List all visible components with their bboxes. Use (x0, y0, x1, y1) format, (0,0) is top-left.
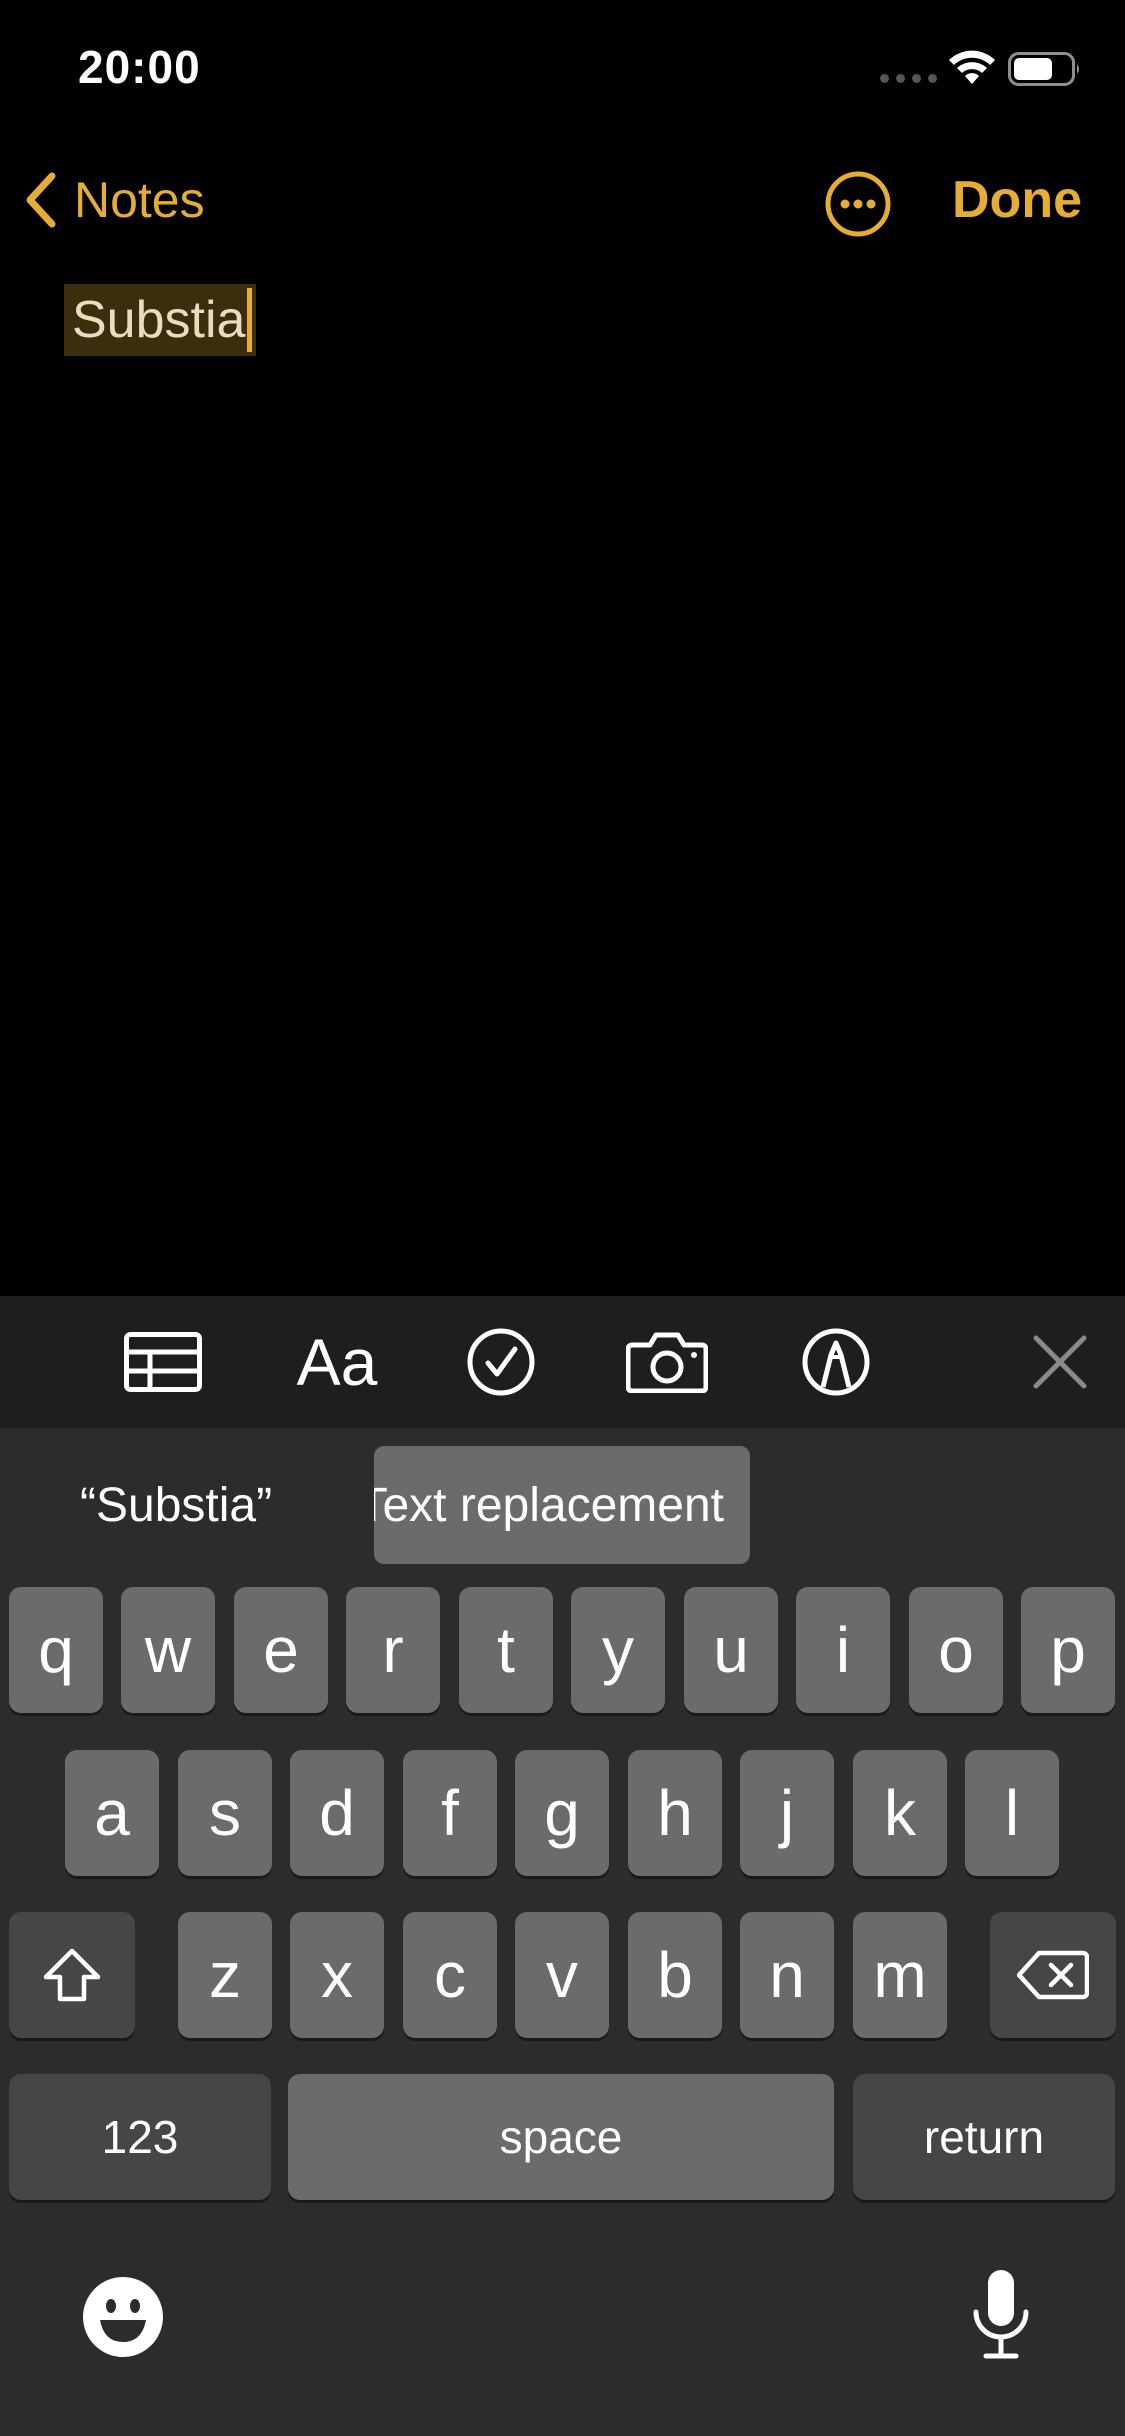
table-icon (124, 1332, 202, 1392)
key-t[interactable]: t (459, 1587, 553, 1713)
key-z[interactable]: z (178, 1912, 272, 2038)
status-bar: 20:00 (0, 0, 1125, 132)
battery-icon (1008, 52, 1079, 86)
pen-tip-circle-icon (802, 1328, 870, 1396)
emoji-icon[interactable] (82, 2276, 164, 2358)
cellular-signal-icon (880, 74, 937, 83)
key-y[interactable]: y (571, 1587, 665, 1713)
space-key[interactable]: space (288, 2074, 834, 2200)
note-text[interactable]: Substia (72, 290, 245, 350)
chevron-left-icon (26, 172, 56, 228)
suggestion-text-replacement-label: Text replacement (374, 1479, 724, 1532)
key-m[interactable]: m (853, 1912, 947, 2038)
suggestion-typed[interactable]: “Substia” (80, 1478, 272, 1533)
key-p[interactable]: p (1021, 1587, 1115, 1713)
wifi-icon (949, 50, 995, 84)
formatting-toolbar: Aa (0, 1296, 1125, 1428)
key-w[interactable]: w (121, 1587, 215, 1713)
shift-key[interactable] (9, 1912, 135, 2038)
key-h[interactable]: h (628, 1750, 722, 1876)
suggestion-bar: “Substia” Text replacement (0, 1428, 1125, 1574)
navigation-bar: Notes Done (0, 150, 1125, 250)
table-button[interactable] (124, 1326, 202, 1398)
key-d[interactable]: d (290, 1750, 384, 1876)
key-i[interactable]: i (796, 1587, 890, 1713)
key-f[interactable]: f (403, 1750, 497, 1876)
close-toolbar-button[interactable] (1032, 1326, 1088, 1398)
close-icon (1033, 1335, 1087, 1389)
text-cursor (247, 288, 253, 352)
key-k[interactable]: k (853, 1750, 947, 1876)
key-g[interactable]: g (515, 1750, 609, 1876)
key-o[interactable]: o (909, 1587, 1003, 1713)
camera-icon (626, 1332, 708, 1393)
key-e[interactable]: e (234, 1587, 328, 1713)
delete-backward-icon (1017, 1950, 1089, 2000)
back-button[interactable]: Notes (22, 170, 205, 230)
delete-key[interactable] (990, 1912, 1116, 2038)
shift-icon (43, 1948, 101, 2002)
status-time: 20:00 (78, 41, 201, 93)
key-j[interactable]: j (740, 1750, 834, 1876)
ellipsis-circle-icon[interactable] (824, 170, 892, 238)
key-s[interactable]: s (178, 1750, 272, 1876)
suggestion-text-replacement[interactable]: Text replacement (374, 1446, 750, 1564)
key-b[interactable]: b (628, 1912, 722, 2038)
camera-button[interactable] (626, 1326, 708, 1398)
key-x[interactable]: x (290, 1912, 384, 2038)
key-v[interactable]: v (515, 1912, 609, 2038)
format-button[interactable]: Aa (292, 1325, 382, 1399)
checklist-button[interactable] (466, 1326, 536, 1398)
key-r[interactable]: r (346, 1587, 440, 1713)
numbers-key[interactable]: 123 (9, 2074, 271, 2200)
key-n[interactable]: n (740, 1912, 834, 2038)
key-a[interactable]: a (65, 1750, 159, 1876)
key-q[interactable]: q (9, 1587, 103, 1713)
microphone-icon[interactable] (970, 2268, 1032, 2364)
key-u[interactable]: u (684, 1587, 778, 1713)
keyboard-bottom-bar (0, 2264, 1125, 2374)
key-c[interactable]: c (403, 1912, 497, 2038)
key-l[interactable]: l (965, 1750, 1059, 1876)
checkmark-circle-icon (467, 1328, 535, 1396)
note-editor[interactable]: Substia (0, 270, 1125, 1295)
markup-button[interactable] (801, 1326, 871, 1398)
done-button[interactable]: Done (952, 170, 1082, 230)
return-key[interactable]: return (853, 2074, 1115, 2200)
format-label: Aa (296, 1325, 378, 1399)
marked-text[interactable]: Substia (64, 284, 257, 356)
back-button-label: Notes (74, 172, 205, 228)
